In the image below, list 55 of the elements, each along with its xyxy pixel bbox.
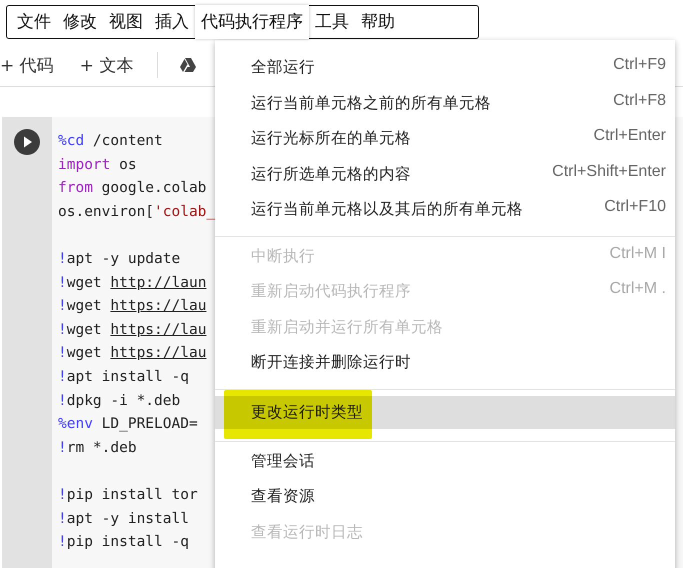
menu-item-label: 重新启动并运行所有单元格 bbox=[251, 316, 443, 338]
shortcut-text: Ctrl+Shift+Enter bbox=[552, 162, 666, 180]
shortcut-text: Ctrl+Enter bbox=[594, 126, 666, 145]
menu-item[interactable]: 管理会话 bbox=[215, 444, 675, 479]
code-line: !pip install -q bbox=[58, 534, 189, 550]
menu-item[interactable]: 运行所选单元格的内容 Ctrl+Shift+Enter bbox=[215, 156, 675, 192]
menu-item-label: 运行光标所在的单元格 bbox=[251, 128, 411, 150]
menu-item-label: 运行当前单元格以及其后的所有单元格 bbox=[251, 199, 523, 220]
shortcut-text: Ctrl+F9 bbox=[613, 55, 666, 74]
code-line: !rm *.deb bbox=[58, 440, 137, 456]
menu-item-label: 运行当前单元格之前的所有单元格 bbox=[251, 92, 491, 114]
code-line: !wget https://lau bbox=[58, 298, 206, 314]
menu-item[interactable]: 断开连接并删除运行时 bbox=[215, 345, 675, 380]
run-cell-button[interactable] bbox=[14, 129, 40, 155]
menu-item-label: 断开连接并删除运行时 bbox=[251, 352, 411, 374]
add-code-button[interactable]: + 代码 bbox=[0, 54, 54, 76]
menu-bar-item[interactable]: 文件 bbox=[11, 5, 57, 39]
menu-item[interactable]: 运行光标所在的单元格 Ctrl+Enter bbox=[215, 121, 675, 156]
menu-item[interactable]: 运行当前单元格之前的所有单元格 Ctrl+F8 bbox=[215, 86, 675, 121]
code-line: %cd /content bbox=[58, 133, 163, 149]
menu-bar-item[interactable]: 代码执行程序 bbox=[195, 5, 309, 39]
code-line: !dpkg -i *.deb bbox=[58, 392, 180, 409]
code-line: !apt install -q bbox=[58, 368, 189, 385]
menu-bar-item[interactable]: 修改 bbox=[57, 5, 103, 39]
menu-item-label: 查看运行时日志 bbox=[251, 522, 363, 543]
menu-item-label: 查看资源 bbox=[251, 486, 315, 508]
menu-item-label: 全部运行 bbox=[251, 57, 315, 78]
menu-item-label: 重新启动代码执行程序 bbox=[251, 281, 411, 302]
shortcut-text: Ctrl+M . bbox=[610, 279, 666, 298]
code-line: !wget https://lau bbox=[58, 322, 206, 338]
code-line: !wget http://laun bbox=[58, 274, 206, 291]
menu-item-label: 中断执行 bbox=[251, 246, 315, 267]
menu-bar-item[interactable]: 插入 bbox=[149, 5, 195, 39]
menu-item[interactable]: 全部运行 Ctrl+F9 bbox=[215, 50, 675, 86]
menu-item[interactable]: 查看资源 bbox=[215, 479, 675, 514]
menu-item-label: 管理会话 bbox=[251, 450, 315, 472]
menu-item[interactable]: 运行当前单元格以及其后的所有单元格 Ctrl+F10 bbox=[215, 192, 675, 228]
shortcut-text: Ctrl+F8 bbox=[613, 90, 666, 110]
menu-bar-item[interactable]: 工具 bbox=[309, 5, 355, 39]
menu-bar-item[interactable]: 视图 bbox=[103, 5, 149, 39]
code-line: !pip install tor bbox=[58, 486, 198, 503]
code-line: !apt -y install bbox=[58, 510, 189, 526]
code-line: import os bbox=[58, 156, 137, 173]
drive-icon[interactable] bbox=[180, 58, 196, 72]
menu-item-label: 更改运行时类型 bbox=[251, 402, 363, 422]
shortcut-text: Ctrl+F10 bbox=[604, 197, 666, 216]
menu-item-label: 运行所选单元格的内容 bbox=[251, 164, 411, 185]
code-line: from google.colab bbox=[58, 180, 206, 196]
menu-bar-item[interactable]: 帮助 bbox=[355, 5, 401, 39]
code-line: !wget https://lau bbox=[58, 345, 206, 362]
code-line: os.environ['colab_ bbox=[58, 204, 216, 220]
shortcut-text: Ctrl+M I bbox=[610, 244, 666, 262]
add-text-button[interactable]: + 文本 bbox=[80, 54, 134, 76]
code-line: !apt -y update bbox=[58, 250, 180, 267]
code-line: %env LD_PRELOAD= bbox=[58, 416, 198, 432]
